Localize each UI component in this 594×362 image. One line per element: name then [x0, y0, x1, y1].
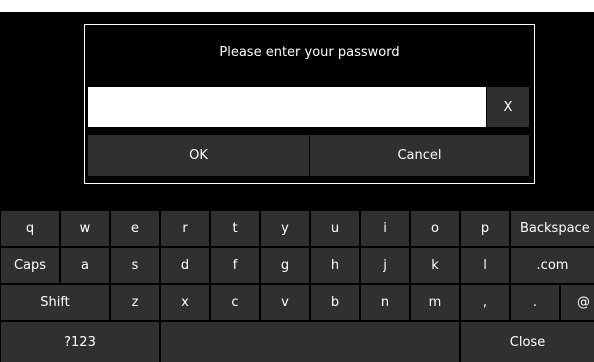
clear-button[interactable]: X: [487, 87, 529, 127]
caps-key[interactable]: Caps: [1, 248, 59, 283]
on-screen-keyboard: q w e r t y u i o p Backspace Caps a s d…: [0, 210, 594, 362]
space-key[interactable]: [161, 322, 459, 362]
key-b[interactable]: b: [311, 285, 359, 320]
key-s[interactable]: s: [111, 248, 159, 283]
key-j[interactable]: j: [361, 248, 409, 283]
numeric-mode-key[interactable]: ?123: [1, 322, 159, 362]
key-p[interactable]: p: [461, 211, 509, 246]
top-bar: [0, 0, 594, 12]
key-v[interactable]: v: [261, 285, 309, 320]
key-y[interactable]: y: [261, 211, 309, 246]
key-h[interactable]: h: [311, 248, 359, 283]
key-at[interactable]: @: [561, 285, 594, 320]
key-z[interactable]: z: [111, 285, 159, 320]
dotcom-key[interactable]: .com: [511, 248, 594, 283]
screen: Please enter your password X OK Cancel q…: [0, 0, 594, 362]
key-f[interactable]: f: [211, 248, 259, 283]
key-m[interactable]: m: [411, 285, 459, 320]
key-q[interactable]: q: [1, 211, 59, 246]
key-u[interactable]: u: [311, 211, 359, 246]
key-period[interactable]: .: [511, 285, 559, 320]
key-w[interactable]: w: [61, 211, 109, 246]
shift-key[interactable]: Shift: [1, 285, 109, 320]
key-g[interactable]: g: [261, 248, 309, 283]
key-r[interactable]: r: [161, 211, 209, 246]
key-e[interactable]: e: [111, 211, 159, 246]
password-dialog: Please enter your password X OK Cancel: [84, 24, 535, 184]
key-o[interactable]: o: [411, 211, 459, 246]
password-input[interactable]: [88, 87, 486, 127]
dialog-title: Please enter your password: [219, 45, 400, 60]
key-t[interactable]: t: [211, 211, 259, 246]
close-keyboard-key[interactable]: Close: [461, 322, 594, 362]
key-c[interactable]: c: [211, 285, 259, 320]
key-l[interactable]: l: [461, 248, 509, 283]
key-a[interactable]: a: [61, 248, 109, 283]
key-n[interactable]: n: [361, 285, 409, 320]
cancel-button[interactable]: Cancel: [310, 135, 529, 176]
key-i[interactable]: i: [361, 211, 409, 246]
key-x[interactable]: x: [161, 285, 209, 320]
key-k[interactable]: k: [411, 248, 459, 283]
key-comma[interactable]: ,: [461, 285, 509, 320]
key-d[interactable]: d: [161, 248, 209, 283]
backspace-key[interactable]: Backspace: [511, 211, 594, 246]
ok-button[interactable]: OK: [88, 135, 309, 176]
